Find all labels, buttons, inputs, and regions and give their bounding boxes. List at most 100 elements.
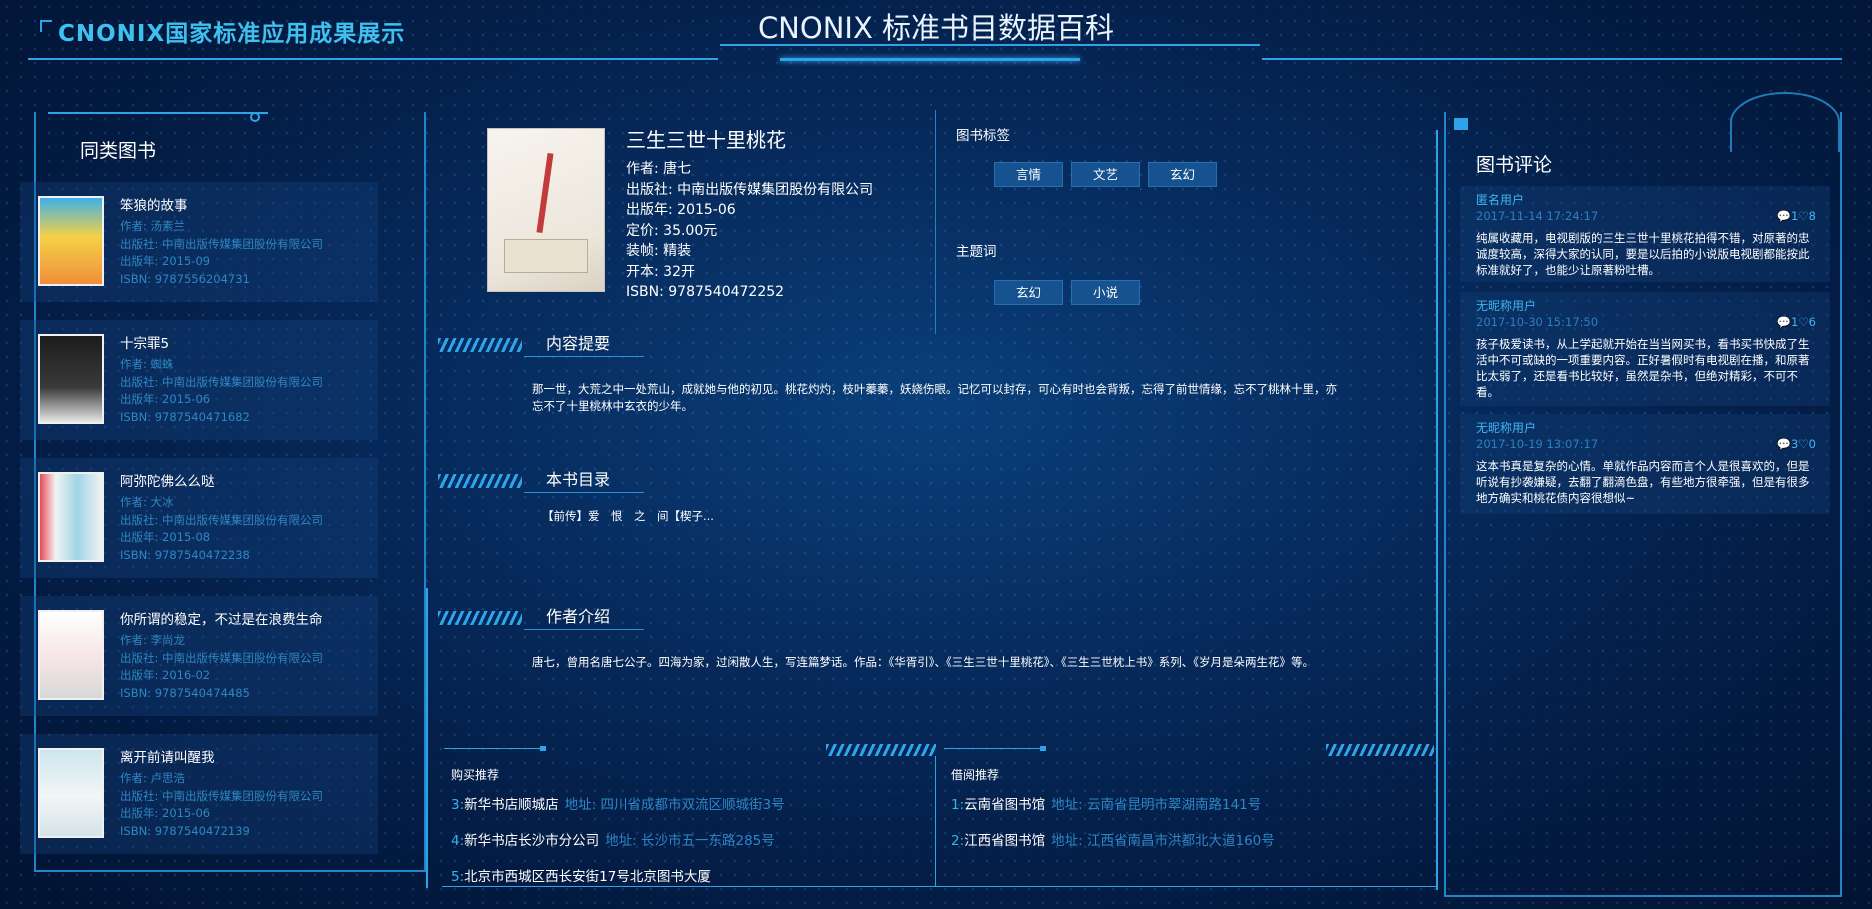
similar-book-title: 十宗罪5 bbox=[120, 336, 170, 352]
similar-book-card[interactable]: 你所谓的稳定，不过是在浪费生命 作者: 李尚龙 出版社: 中南出版传媒集团股份有… bbox=[20, 596, 378, 716]
similar-book-isbn: ISBN: 9787556204731 bbox=[120, 271, 250, 286]
toc-header: 本书目录 bbox=[438, 466, 644, 493]
comment-time: 2017-10-19 13:07:17 bbox=[1476, 437, 1599, 451]
right-panel-marker bbox=[1454, 118, 1468, 130]
comment-user[interactable]: 无昵称用户 bbox=[1476, 298, 1816, 314]
book-cover-image bbox=[487, 128, 605, 292]
comment-item: 无昵称用户 2017-10-30 15:17:50 💬1♡6 孩子极爱读书，从上学… bbox=[1460, 292, 1830, 406]
similar-book-card[interactable]: 离开前请叫醒我 作者: 卢思浩 出版社: 中南出版传媒集团股份有限公司 出版年:… bbox=[20, 734, 378, 854]
similar-book-title: 离开前请叫醒我 bbox=[120, 750, 215, 766]
borrow-index: 2: bbox=[951, 833, 965, 849]
similar-book-isbn: ISBN: 9787540472139 bbox=[120, 823, 250, 838]
purchase-title: 购买推荐 bbox=[451, 768, 500, 782]
similar-book-publisher: 出版社: 中南出版传媒集团股份有限公司 bbox=[120, 374, 324, 389]
author-intro-text: 唐七，曾用名唐七公子。四海为家，过闲散人生，写连篇梦话。作品：《华胥引》、《三生… bbox=[532, 655, 1314, 669]
similar-book-title: 你所谓的稳定，不过是在浪费生命 bbox=[120, 612, 323, 628]
subject-button[interactable]: 玄幻 bbox=[994, 280, 1063, 305]
book-publisher: 出版社: 中南出版传媒集团股份有限公司 bbox=[626, 181, 874, 198]
similar-book-title: 阿弥陀佛么么哒 bbox=[120, 474, 215, 490]
comment-user[interactable]: 匿名用户 bbox=[1476, 192, 1816, 208]
similar-book-year: 出版年: 2016-02 bbox=[120, 668, 211, 682]
similar-book-isbn: ISBN: 9787540471682 bbox=[120, 409, 250, 424]
comment-text: 孩子极爱读书，从上学起就开始在当当网买书，看书买书快成了生活中不可或缺的一项重要… bbox=[1476, 337, 1810, 399]
borrow-item[interactable]: 2:江西省图书馆 地址: 江西省南昌市洪都北大道160号 bbox=[951, 829, 1275, 849]
book-year: 出版年: 2015-06 bbox=[626, 202, 736, 218]
section-stripes bbox=[438, 338, 522, 352]
purchase-stripes bbox=[826, 744, 936, 756]
left-panel-top-line bbox=[48, 112, 268, 114]
purchase-item[interactable]: 5:北京市西城区西长安街17号北京图书大厦 bbox=[451, 865, 711, 885]
library-address: 地址: 江西省南昌市洪都北大道160号 bbox=[1051, 833, 1275, 849]
recommend-divider bbox=[935, 756, 936, 886]
cover-band bbox=[504, 239, 588, 273]
decor-arc bbox=[1730, 92, 1840, 152]
library-name: 江西省图书馆 bbox=[964, 833, 1046, 849]
subject-button[interactable]: 小说 bbox=[1071, 280, 1140, 305]
similar-book-publisher: 出版社: 中南出版传媒集团股份有限公司 bbox=[120, 650, 324, 665]
book-isbn: ISBN: 9787540472252 bbox=[626, 284, 785, 300]
comment-user[interactable]: 无昵称用户 bbox=[1476, 420, 1816, 436]
library-address: 地址: 云南省昆明市翠湖南路141号 bbox=[1051, 797, 1262, 813]
similar-book-isbn: ISBN: 9787540472238 bbox=[120, 547, 250, 562]
header-line-left bbox=[28, 58, 718, 60]
purchase-index: 4: bbox=[451, 833, 465, 849]
similar-book-year: 出版年: 2015-06 bbox=[120, 806, 211, 820]
comment-text: 纯属收藏用，电视剧版的三生三世十里桃花拍得不错，对原著的忠诚度较高，深得大家的认… bbox=[1476, 231, 1810, 277]
subjects-label: 主题词 bbox=[956, 244, 997, 260]
section-underline bbox=[524, 356, 644, 357]
similar-book-isbn: ISBN: 9787540474485 bbox=[120, 685, 250, 700]
left-panel-node bbox=[250, 112, 260, 122]
borrow-item[interactable]: 1:云南省图书馆 地址: 云南省昆明市翠湖南路141号 bbox=[951, 793, 1261, 813]
similar-books-title: 同类图书 bbox=[80, 140, 157, 162]
borrow-top-node bbox=[1040, 746, 1046, 751]
borrow-top-line bbox=[944, 748, 1044, 749]
similar-book-publisher: 出版社: 中南出版传媒集团股份有限公司 bbox=[120, 512, 324, 527]
similar-book-author: 作者: 卢思浩 bbox=[120, 771, 186, 785]
similar-book-card[interactable]: 笨狼的故事 作者: 汤素兰 出版社: 中南出版传媒集团股份有限公司 出版年: 2… bbox=[20, 182, 378, 302]
toc-text: 【前传】爱 恨 之 间【楔子... bbox=[542, 509, 714, 523]
comment-stats[interactable]: 💬3♡0 bbox=[1777, 436, 1816, 453]
store-address: 地址: 四川省成都市双流区顺城街3号 bbox=[564, 797, 785, 813]
author-intro-title: 作者介绍 bbox=[546, 607, 611, 626]
comment-item: 匿名用户 2017-11-14 17:24:17 💬1♡8 纯属收藏用，电视剧版的… bbox=[1460, 186, 1830, 282]
comment-stats[interactable]: 💬1♡6 bbox=[1777, 314, 1816, 331]
page-title: CNONIX 标准书目数据百科 bbox=[757, 11, 1115, 45]
similar-book-card[interactable]: 十宗罪5 作者: 蜘蛛 出版社: 中南出版传媒集团股份有限公司 出版年: 201… bbox=[20, 320, 378, 440]
store-name: 北京市西城区西长安街17号北京图书大厦 bbox=[464, 869, 711, 885]
similar-book-author: 作者: 大冰 bbox=[120, 495, 174, 509]
purchase-item[interactable]: 3:新华书店顺城店 地址: 四川省成都市双流区顺城街3号 bbox=[451, 793, 785, 813]
purchase-item[interactable]: 4:新华书店长沙市分公司 地址: 长沙市五一东路285号 bbox=[451, 829, 775, 849]
tag-button[interactable]: 言情 bbox=[994, 162, 1063, 187]
comment-time: 2017-10-30 15:17:50 bbox=[1476, 315, 1599, 329]
book-cover-image bbox=[38, 472, 104, 562]
comment-stats[interactable]: 💬1♡8 bbox=[1777, 208, 1816, 225]
book-format: 开本: 32开 bbox=[626, 263, 695, 280]
book-title: 三生三世十里桃花 bbox=[626, 128, 786, 152]
center-frame-left bbox=[426, 588, 428, 888]
similar-book-author: 作者: 李尚龙 bbox=[120, 633, 186, 647]
section-underline bbox=[524, 492, 644, 493]
tag-button[interactable]: 文艺 bbox=[1071, 162, 1140, 187]
book-cover-image bbox=[38, 196, 104, 286]
book-detail: 三生三世十里桃花 作者: 唐七 出版社: 中南出版传媒集团股份有限公司 出版年:… bbox=[626, 124, 873, 303]
summary-title: 内容提要 bbox=[546, 334, 611, 353]
similar-book-publisher: 出版社: 中南出版传媒集团股份有限公司 bbox=[120, 236, 324, 251]
cover-ribbon bbox=[536, 152, 554, 234]
similar-book-publisher: 出版社: 中南出版传媒集团股份有限公司 bbox=[120, 788, 324, 803]
comment-time: 2017-11-14 17:24:17 bbox=[1476, 209, 1599, 223]
similar-book-author: 作者: 汤素兰 bbox=[120, 219, 186, 233]
library-name: 云南省图书馆 bbox=[964, 797, 1046, 813]
similar-book-card[interactable]: 阿弥陀佛么么哒 作者: 大冰 出版社: 中南出版传媒集团股份有限公司 出版年: … bbox=[20, 458, 378, 578]
book-binding: 装帧: 精装 bbox=[626, 243, 692, 259]
similar-book-year: 出版年: 2015-06 bbox=[120, 392, 211, 406]
section-stripes bbox=[438, 611, 522, 625]
purchase-top-line bbox=[444, 748, 544, 749]
store-name: 新华书店长沙市分公司 bbox=[464, 833, 600, 849]
author-header: 作者介绍 bbox=[438, 603, 644, 630]
summary-text: 那一世，大荒之中一处荒山，成就她与他的初见。桃花灼灼，枝叶蓁蓁，妖娆伤眼。记忆可… bbox=[532, 382, 1337, 413]
section-stripes bbox=[438, 474, 522, 488]
tag-button[interactable]: 玄幻 bbox=[1148, 162, 1217, 187]
section-underline bbox=[524, 629, 644, 630]
book-cover-image bbox=[38, 748, 104, 838]
book-cover-image bbox=[38, 610, 104, 700]
